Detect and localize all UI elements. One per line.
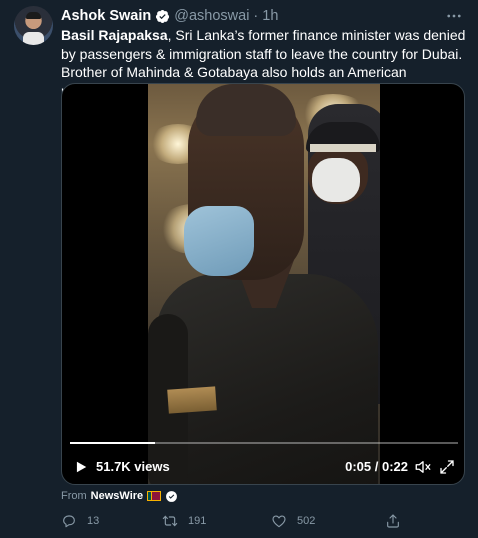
retweet-icon <box>162 515 178 527</box>
avatar[interactable] <box>14 6 53 45</box>
video-controls: 51.7K views 0:05 / 0:22 <box>62 454 464 480</box>
share-icon <box>387 514 399 528</box>
view-count: 51.7K views <box>96 459 170 474</box>
author-name[interactable]: Ashok Swain <box>61 8 151 24</box>
sri-lanka-flag-icon <box>147 491 162 501</box>
volume-icon[interactable] <box>414 458 432 476</box>
tweet-time[interactable]: 1h <box>262 8 278 24</box>
reply-button[interactable]: 13 <box>61 510 99 532</box>
more-horizontal-icon[interactable] <box>442 6 466 26</box>
avatar-hair <box>26 12 41 19</box>
like-button[interactable]: 502 <box>271 510 315 532</box>
source-prefix: From <box>61 490 87 502</box>
verified-badge-icon <box>166 490 178 502</box>
name-badge <box>167 386 217 414</box>
tweet-source: From NewsWire <box>61 489 178 503</box>
tweet-bold-lead[interactable]: Basil Rajapaksa <box>61 27 168 43</box>
tweet[interactable]: Ashok Swain @ashoswai · 1h Basil Rajapak… <box>0 0 478 538</box>
retweet-button[interactable]: 191 <box>162 510 206 532</box>
video-player[interactable]: 51.7K views 0:05 / 0:22 <box>61 83 465 485</box>
video-progress-bar[interactable] <box>70 442 458 444</box>
man-hair <box>196 84 296 136</box>
play-icon[interactable] <box>74 460 88 474</box>
author-handle[interactable]: @ashoswai <box>174 8 249 24</box>
heart-icon <box>272 515 286 528</box>
separator-dot: · <box>253 8 259 24</box>
retweet-count: 191 <box>188 515 207 527</box>
video-progress-fill <box>70 442 156 444</box>
video-timecode: 0:05 / 0:22 <box>345 459 408 474</box>
officer-cap-band <box>310 144 376 152</box>
share-button[interactable] <box>385 510 401 532</box>
reply-icon <box>63 515 75 528</box>
tweet-actions: 13 191 502 <box>61 510 461 532</box>
like-count: 502 <box>297 515 316 527</box>
blue-mask <box>184 206 254 276</box>
video-frame <box>148 84 380 484</box>
tweet-header: Ashok Swain @ashoswai · 1h <box>61 6 278 26</box>
source-app-link[interactable]: NewsWire <box>91 490 143 502</box>
fullscreen-icon[interactable] <box>438 458 456 476</box>
avatar-shirt <box>23 32 44 45</box>
verified-badge-icon <box>156 9 170 23</box>
reply-count: 13 <box>87 515 100 527</box>
white-mask <box>312 158 360 202</box>
